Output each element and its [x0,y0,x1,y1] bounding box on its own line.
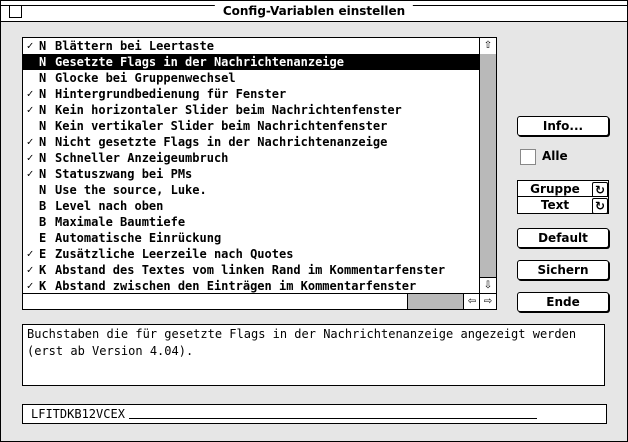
list-item-flag: N [39,103,47,117]
default-button-label: Default [538,231,588,245]
config-window: Config-Variablen einstellen ✓ N Blättern b… [0,0,628,442]
list-item[interactable]: N Gesetzte Flags in der Nachrichtenanzeig… [23,54,479,70]
list-item-flag: N [39,71,47,85]
list-item-label: Blättern bei Leertaste [55,39,214,53]
vertical-scroll-track[interactable] [480,54,496,277]
list-item[interactable]: ✓ N Blättern bei Leertaste [23,38,479,54]
scroll-up-arrow-icon[interactable]: ⇧ [480,38,496,55]
flags-input-value: LFITDKB12VCEX [31,407,125,421]
list-item-label: Abstand zwischen den Einträgen im Kommen… [55,279,417,293]
checkmark-icon: ✓ [26,39,34,52]
list-item-flag: B [39,199,47,213]
checkmark-icon: ✓ [26,103,34,116]
info-button[interactable]: Info... [517,116,609,136]
list-item[interactable]: ✓ N Schneller Anzeigeumbruch [23,150,479,166]
checkmark-icon: ✓ [26,279,34,292]
checkmark-icon: ✓ [26,167,34,180]
text-cycle-button[interactable]: Text ↻ [517,196,609,214]
alle-label: Alle [542,149,568,163]
list-item-label: Level nach oben [55,199,164,213]
list-item-label: Abstand des Textes vom linken Rand im Ko… [55,263,446,277]
checkmark-icon: ✓ [26,263,34,276]
list-item-flag: E [39,231,47,245]
list-item-flag: K [39,263,47,277]
list-item-label: Statuszwang bei PMs [55,167,193,181]
list-item-label: Nicht gesetzte Flags in der Nachrichtena… [55,135,388,149]
checkmark-icon: ✓ [26,87,34,100]
list-item-label: Gesetzte Flags in der Nachrichtenanzeige [55,55,344,69]
config-variable-list[interactable]: ✓ N Blättern bei Leertaste N Gesetzte Flags … [22,37,497,310]
list-item-flag: N [39,167,47,181]
list-item-flag: N [39,183,47,197]
list-item-flag: N [39,135,47,149]
list-item[interactable]: N Kein vertikaler Slider beim Nachrichten… [23,118,479,134]
list-item-label: Glocke bei Gruppenwechsel [55,71,236,85]
text-label: Text [540,198,570,212]
list-item-flag: N [39,87,47,101]
title-bar[interactable]: Config-Variablen einstellen [1,1,627,22]
list-item-label: Zusätzliche Leerzeile nach Quotes [55,247,294,261]
list-item[interactable]: N Use the source, Luke. [23,182,479,198]
list-item-flag: N [39,151,47,165]
flags-input[interactable]: LFITDKB12VCEX [22,404,607,424]
sichern-button-label: Sichern [537,263,589,277]
checkmark-icon: ✓ [26,135,34,148]
default-button[interactable]: Default [517,228,609,248]
cycle-icon: ↻ [592,198,608,214]
scroll-right-arrow-icon[interactable]: ⇨ [479,293,496,309]
close-box[interactable] [9,5,22,18]
list-item-label: Automatische Einrückung [55,231,222,245]
list-item-label: Use the source, Luke. [55,183,207,197]
list-item[interactable]: ✓ K Abstand zwischen den Einträgen im Komm… [23,278,479,293]
list-item[interactable]: ✓ N Kein horizontaler Slider beim Nachrich… [23,102,479,118]
list-item[interactable]: E Automatische Einrückung [23,230,479,246]
checkmark-icon: ✓ [26,151,34,164]
list-item-flag: N [39,55,47,69]
list-item-flag: B [39,215,47,229]
checkmark-icon: ✓ [26,247,34,260]
sichern-button[interactable]: Sichern [517,260,609,280]
list-item[interactable]: B Maximale Baumtiefe [23,214,479,230]
list-item[interactable]: B Level nach oben [23,198,479,214]
window-title: Config-Variablen einstellen [214,3,414,19]
vertical-scrollbar[interactable]: ⇧ ⇩ [479,38,496,294]
list-item-label: Maximale Baumtiefe [55,215,186,229]
alle-checkbox[interactable] [520,149,536,165]
list-item-flag: K [39,279,47,293]
horizontal-scrollbar[interactable]: ⇦ [23,293,480,309]
scroll-left-arrow-icon[interactable]: ⇦ [463,294,480,309]
list-item-flag: E [39,247,47,261]
list-rows[interactable]: ✓ N Blättern bei Leertaste N Gesetzte Flags … [23,38,479,293]
list-item-flag: N [39,119,47,133]
list-item-label: Hintergrundbedienung für Fenster [55,87,287,101]
list-item[interactable]: ✓ K Abstand des Textes vom linken Rand im … [23,262,479,278]
list-item[interactable]: ✓ N Statuszwang bei PMs [23,166,479,182]
description-text: Buchstaben die für gesetzte Flags in der… [22,324,605,386]
list-item-flag: N [39,39,47,53]
ende-button[interactable]: Ende [517,292,609,312]
horizontal-scroll-track[interactable] [23,294,464,309]
scroll-down-arrow-icon[interactable]: ⇩ [480,277,496,294]
list-item-label: Kein vertikaler Slider beim Nachrichtenf… [55,119,388,133]
list-item[interactable]: N Glocke bei Gruppenwechsel [23,70,479,86]
list-item[interactable]: ✓ E Zusätzliche Leerzeile nach Quotes [23,246,479,262]
ende-button-label: Ende [546,295,580,309]
gruppe-label: Gruppe [530,182,580,196]
list-item-label: Schneller Anzeigeumbruch [55,151,229,165]
list-item[interactable]: ✓ N Hintergrundbedienung für Fenster [23,86,479,102]
info-button-label: Info... [542,119,584,133]
list-item-label: Kein horizontaler Slider beim Nachrichte… [55,103,402,117]
horizontal-scroll-thumb[interactable] [407,294,464,309]
list-item[interactable]: ✓ N Nicht gesetzte Flags in der Nachrichte… [23,134,479,150]
